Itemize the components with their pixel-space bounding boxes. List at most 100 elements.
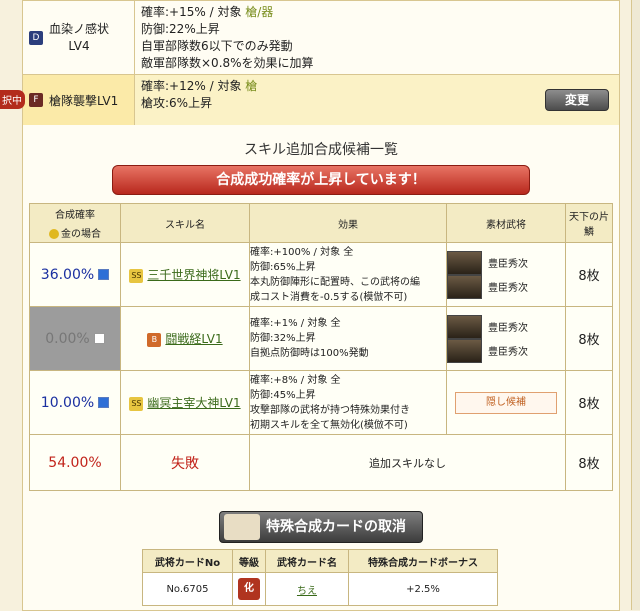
card-table: 武将カードNo 等級 武将カード名 特殊合成カードボーナス No.6705 化 … <box>142 549 498 606</box>
effect-cell: 確率:+100% / 対象 全 防御:65%上昇 本丸防御陣形に配置時、この武将… <box>249 242 447 307</box>
table-header: 合成確率 金の場合 スキル名 効果 素材武将 天下の片鱗 <box>29 203 613 243</box>
material-cell: 豊臣秀次 豊臣秀次 <box>446 306 566 371</box>
rate-header: 合成確率 <box>55 210 95 221</box>
card-col-grade: 等級 <box>231 549 266 573</box>
rate-cell: 54.00% <box>29 434 121 491</box>
fail-cell: 失敗 <box>120 434 250 491</box>
effect-line: 攻撃部隊の武将が持つ特殊効果付き <box>250 404 410 416</box>
col-count: 天下の片鱗 <box>565 203 613 243</box>
select-checkbox[interactable] <box>98 397 110 408</box>
card-grade-cell: 化 <box>231 572 266 606</box>
col-rate: 合成確率 金の場合 <box>29 203 121 243</box>
card-row: No.6705 化 ちえ +2.5% <box>142 572 498 606</box>
material-cell: 豊臣秀次 豊臣秀次 <box>446 242 566 307</box>
table-row: 36.00% SS 三千世界神将LV1 確率:+100% / 対象 全 防御:65… <box>29 242 613 307</box>
effect-line: 防御:45%上昇 <box>250 389 316 401</box>
skill-row: D 血染ノ感状 LV4 確率:+15% / 対象 槍/器 防御:22%上昇 自軍… <box>23 1 619 75</box>
count-cell: 8枚 <box>565 242 613 307</box>
rate-value: 36.00% <box>40 266 95 283</box>
skill-name: 血染ノ感状 <box>49 21 110 36</box>
general-name: 豊臣秀次 <box>488 323 528 334</box>
material-item[interactable]: 豊臣秀次 <box>447 338 565 363</box>
target: 槍 <box>245 79 258 93</box>
material-item[interactable]: 豊臣秀次 <box>447 250 565 275</box>
desc-line: 確率:+15% / 対象 槍/器 <box>141 5 274 19</box>
grade-icon: 化 <box>237 578 260 600</box>
desc-line: 確率:+12% / 対象 槍 <box>141 79 258 93</box>
material-item[interactable]: 豊臣秀次 <box>447 314 565 339</box>
general-portrait <box>447 250 482 275</box>
card-name-link[interactable]: ちえ <box>297 586 317 597</box>
effect-line: 確率:+1% / 対象 全 <box>250 318 341 329</box>
cancel-special-card-button[interactable]: 特殊合成カードの取消 <box>219 511 423 543</box>
skill-name-cell: D 血染ノ感状 LV4 <box>23 1 135 74</box>
skill-row-selected[interactable]: F 槍隊襲撃LV1 確率:+12% / 対象 槍 槍攻:6%上昇 変更 <box>23 75 619 126</box>
effect-cell: 確率:+8% / 対象 全 防御:45%上昇 攻撃部隊の武将が持つ特殊効果付き … <box>249 370 447 435</box>
desc-line: 防御:22%上昇 <box>141 22 220 36</box>
grade-badge: SS <box>129 268 144 283</box>
selected-tab-marker: 択中 <box>0 90 25 109</box>
card-bonus: +2.5% <box>348 572 498 606</box>
skill-list: D 血染ノ感状 LV4 確率:+15% / 対象 槍/器 防御:22%上昇 自軍… <box>22 0 620 127</box>
material-item[interactable]: 豊臣秀次 <box>447 274 565 299</box>
desc-line: 槍攻:6%上昇 <box>141 96 213 110</box>
general-name: 豊臣秀次 <box>488 283 528 294</box>
rate-cell: 10.00% <box>29 370 121 435</box>
skill-cell: SS 三千世界神将LV1 <box>120 242 250 307</box>
skill-name-cell: F 槍隊襲撃LV1 <box>23 75 135 125</box>
effect-line: 成コスト消費を-0.5する(模倣不可) <box>250 291 408 303</box>
grade-badge: D <box>29 30 43 45</box>
effect-line: 防御:32%上昇 <box>250 333 316 344</box>
gold-note: 金の場合 <box>30 225 120 240</box>
effect-line: 初期スキルを全て無効化(模倣不可) <box>250 419 408 431</box>
card-no: No.6705 <box>142 572 233 606</box>
select-checkbox[interactable] <box>93 333 105 344</box>
desc-line: 自軍部隊数6以下でのみ発動 <box>141 39 293 53</box>
count-cell: 8枚 <box>565 306 613 371</box>
card-name-cell: ちえ <box>264 572 350 606</box>
rate-cell: 36.00% <box>29 242 121 307</box>
grade-badge: SS <box>129 396 144 411</box>
table-row: 10.00% SS 幽冥主宰大神LV1 確率:+8% / 対象 全 防御:45%上… <box>29 370 613 435</box>
skill-desc: 確率:+15% / 対象 槍/器 防御:22%上昇 自軍部隊数6以下でのみ発動 … <box>135 1 619 74</box>
effect-line: 確率:+100% / 対象 全 <box>250 246 354 258</box>
skill-link[interactable]: 幽冥主宰大神LV1 <box>147 396 240 410</box>
general-portrait <box>447 338 482 363</box>
table-row: 0.00% B 闘戦経LV1 確率:+1% / 対象 全 防御:32%上昇 自拠点… <box>29 306 613 371</box>
col-material: 素材武将 <box>446 203 566 243</box>
candidate-table: 合成確率 金の場合 スキル名 効果 素材武将 天下の片鱗 36.00% SS 三千… <box>29 203 613 491</box>
skill-desc: 確率:+12% / 対象 槍 槍攻:6%上昇 変更 <box>135 75 619 125</box>
general-name: 豊臣秀次 <box>488 259 528 270</box>
candidate-panel: スキル追加合成候補一覧 合成成功確率が上昇しています！ 合成確率 金の場合 スキ… <box>22 125 620 611</box>
select-checkbox[interactable] <box>98 269 110 280</box>
scrollbar[interactable] <box>631 0 640 610</box>
general-portrait <box>447 314 482 339</box>
effect-line: 確率:+8% / 対象 全 <box>250 374 341 386</box>
effect-cell: 確率:+1% / 対象 全 防御:32%上昇 自拠点防御時は100%発動 <box>249 306 447 371</box>
character-portrait <box>224 514 260 540</box>
skill-cell: B 闘戦経LV1 <box>120 306 250 371</box>
effect-line: 本丸防御陣形に配置時、この武将の編 <box>250 276 420 288</box>
card-col-name: 武将カード名 <box>264 549 350 573</box>
grade-badge: F <box>29 93 43 107</box>
skill-cell: SS 幽冥主宰大神LV1 <box>120 370 250 435</box>
effect-line: 自拠点防御時は100%発動 <box>250 348 369 359</box>
general-portrait <box>447 274 482 299</box>
rate-value: 10.00% <box>40 394 95 411</box>
cancel-label: 特殊合成カードの取消 <box>266 519 406 535</box>
col-skill: スキル名 <box>120 203 250 243</box>
success-banner: 合成成功確率が上昇しています！ <box>112 165 530 195</box>
gold-label: 金の場合 <box>61 229 101 240</box>
panel-title: スキル追加合成候補一覧 <box>244 142 398 158</box>
gold-icon <box>49 229 59 239</box>
skill-link[interactable]: 闘戦経LV1 <box>165 332 222 346</box>
table-row: 54.00% 失敗 追加スキルなし 8枚 <box>29 434 613 491</box>
general-name: 豊臣秀次 <box>488 347 528 358</box>
card-col-no: 武将カードNo <box>142 549 233 573</box>
rate-cell: 0.00% <box>29 306 121 371</box>
rate-value: 0.00% <box>45 330 90 347</box>
change-button[interactable]: 変更 <box>545 89 609 111</box>
skill-name: 槍隊襲撃LV1 <box>49 93 119 108</box>
hidden-candidate-button[interactable]: 隠し候補 <box>455 391 557 414</box>
skill-link[interactable]: 三千世界神将LV1 <box>147 268 240 282</box>
